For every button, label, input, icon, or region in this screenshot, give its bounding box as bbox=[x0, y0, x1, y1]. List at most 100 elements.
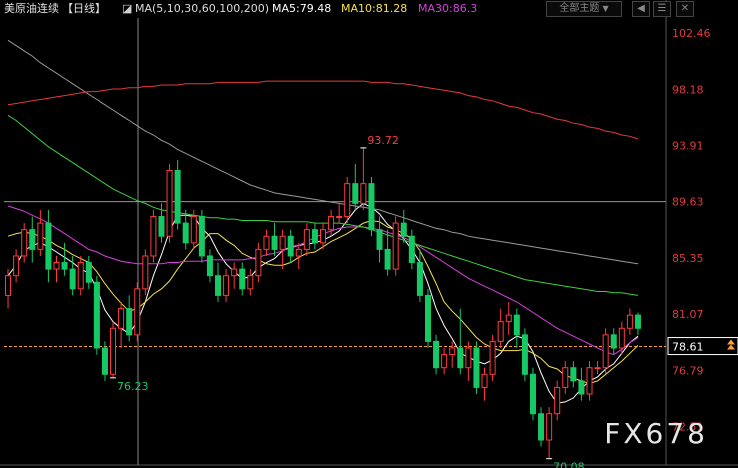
candle-body bbox=[602, 334, 609, 369]
candle-body bbox=[433, 340, 440, 369]
candle-body bbox=[239, 268, 246, 290]
y-tick-label: 98.18 bbox=[672, 83, 704, 96]
period-label[interactable]: 【日线】 bbox=[62, 0, 106, 18]
candle-body bbox=[101, 347, 108, 375]
candle-body bbox=[190, 216, 197, 244]
y-tick-label: 89.63 bbox=[672, 196, 704, 209]
extreme-label: 76.23 bbox=[117, 380, 149, 393]
candle-body bbox=[473, 347, 480, 388]
candle-body bbox=[416, 262, 423, 296]
candle-body bbox=[110, 327, 117, 375]
candle-body bbox=[142, 255, 149, 290]
current-price-value: 78.61 bbox=[672, 341, 704, 354]
candle-body bbox=[626, 314, 633, 329]
candle-body bbox=[465, 347, 472, 369]
candle-body bbox=[287, 235, 294, 257]
candle-body bbox=[344, 183, 351, 218]
watermark-logo: FX678 bbox=[604, 417, 708, 450]
candle-body bbox=[21, 229, 28, 257]
ma-params[interactable]: MA(5,10,30,60,100,200) bbox=[135, 0, 269, 18]
candle-body bbox=[158, 216, 165, 237]
candle-body bbox=[352, 183, 359, 204]
candle-body bbox=[303, 229, 310, 250]
candle-body bbox=[424, 294, 431, 342]
candle-body bbox=[594, 367, 601, 370]
candle-body bbox=[311, 229, 318, 244]
candle-body bbox=[166, 170, 173, 237]
candle-body bbox=[586, 367, 593, 395]
candle-body bbox=[93, 281, 100, 349]
candle-body bbox=[13, 255, 20, 277]
y-tick-label: 81.07 bbox=[672, 308, 704, 321]
theme-select[interactable]: 全部主题 ▼ bbox=[546, 1, 622, 17]
y-tick-label: 102.46 bbox=[672, 27, 711, 40]
ma-line-ma60 bbox=[7, 114, 639, 296]
candle-body bbox=[489, 340, 496, 375]
candle-body bbox=[77, 262, 84, 290]
candle-body bbox=[610, 334, 617, 349]
candle-body bbox=[538, 413, 545, 441]
candle-body bbox=[336, 216, 343, 219]
candle-body bbox=[126, 308, 133, 336]
ma-settings-icon[interactable]: ◪ bbox=[122, 0, 132, 18]
candle-body bbox=[328, 216, 335, 231]
close-icon: ✕ bbox=[680, 3, 690, 14]
arrow-left-icon: ◀ bbox=[637, 3, 645, 14]
candle-body bbox=[618, 327, 625, 349]
candle-body bbox=[85, 262, 92, 283]
candle-body bbox=[481, 373, 488, 388]
candle-body bbox=[634, 314, 641, 329]
candle-body bbox=[279, 235, 286, 250]
candle-body bbox=[457, 347, 464, 369]
symbol-name: 美原油连续 bbox=[4, 2, 59, 15]
y-tick-label: 85.35 bbox=[672, 252, 704, 265]
candle-body bbox=[231, 268, 238, 277]
candle-body bbox=[223, 275, 230, 296]
candle-body bbox=[150, 216, 157, 257]
candle-body bbox=[271, 235, 278, 250]
ma5-value: MA5:79.48 bbox=[272, 2, 332, 15]
y-tick-label: 93.91 bbox=[672, 139, 704, 152]
candle-body bbox=[408, 235, 415, 264]
candle-body bbox=[368, 183, 375, 231]
candle-body bbox=[29, 229, 36, 250]
y-tick-label: 76.79 bbox=[672, 364, 704, 377]
candle-body bbox=[384, 248, 391, 270]
candle-body bbox=[521, 334, 528, 375]
candle-body bbox=[174, 170, 181, 224]
candle-body bbox=[497, 321, 504, 342]
candle-body bbox=[263, 235, 270, 250]
scroll-left-button[interactable]: ◀ bbox=[632, 1, 650, 17]
chevron-down-icon: ▼ bbox=[602, 4, 609, 13]
candle-body bbox=[206, 255, 213, 277]
candle-body bbox=[53, 262, 60, 270]
candle-body bbox=[449, 347, 456, 356]
candle-body bbox=[255, 248, 262, 277]
close-button[interactable]: ✕ bbox=[676, 1, 694, 17]
candle-body bbox=[247, 275, 254, 290]
extreme-label: 93.72 bbox=[367, 134, 399, 147]
candle-body bbox=[45, 222, 52, 270]
candle-body bbox=[441, 354, 448, 369]
candle-body bbox=[182, 222, 189, 244]
candle-body bbox=[5, 275, 12, 296]
candle-body bbox=[562, 367, 569, 388]
ma-line-ma200 bbox=[7, 80, 639, 140]
candle-body bbox=[360, 183, 367, 204]
candle-body bbox=[513, 314, 520, 336]
candlestick-chart[interactable]: 102.4698.1893.9189.6385.3581.0776.7972.5… bbox=[0, 0, 738, 468]
menu-icon: ☰ bbox=[657, 3, 667, 14]
candle-body bbox=[134, 288, 141, 336]
ma30-value: MA30:86.3 bbox=[418, 2, 478, 15]
settings-button[interactable]: ☰ bbox=[653, 1, 671, 17]
candle-body bbox=[546, 413, 553, 441]
theme-select-label: 全部主题 bbox=[559, 3, 600, 14]
candle-body bbox=[376, 229, 383, 250]
candle-body bbox=[529, 373, 536, 415]
candle-body bbox=[554, 386, 561, 415]
candle-body bbox=[198, 216, 205, 257]
candle-body bbox=[37, 222, 44, 250]
extreme-label: 70.08 bbox=[553, 461, 585, 468]
candle-body bbox=[578, 380, 585, 395]
candle-body bbox=[570, 367, 577, 382]
